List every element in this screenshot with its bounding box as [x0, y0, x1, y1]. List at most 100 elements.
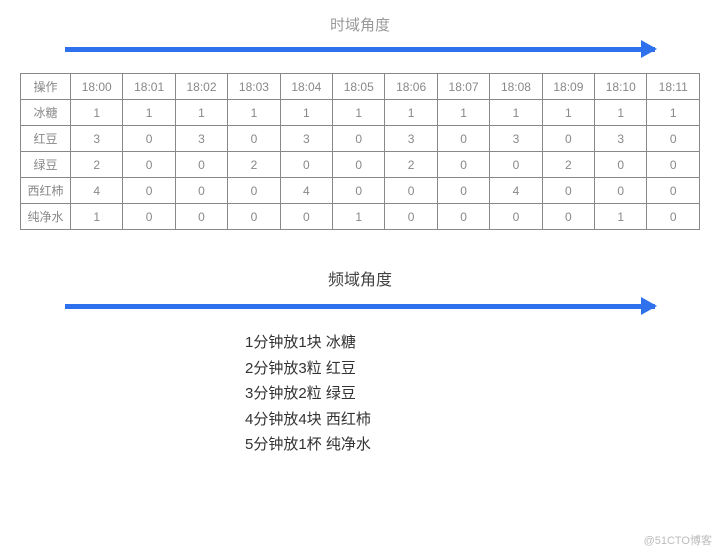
cell: 0: [228, 126, 280, 152]
cell: 1: [385, 100, 437, 126]
cell: 0: [490, 204, 542, 230]
cell: 2: [71, 152, 123, 178]
cell: 0: [490, 152, 542, 178]
cell: 0: [647, 126, 700, 152]
cell: 1: [595, 204, 647, 230]
cell: 0: [647, 204, 700, 230]
col-header: 18:06: [385, 74, 437, 100]
cell: 0: [437, 152, 489, 178]
cell: 1: [71, 100, 123, 126]
list-item: 3分钟放2粒 绿豆: [245, 381, 475, 407]
cell: 1: [333, 204, 385, 230]
cell: 0: [228, 178, 280, 204]
col-header: 18:03: [228, 74, 280, 100]
cell: 4: [490, 178, 542, 204]
cell: 0: [280, 204, 332, 230]
cell: 0: [333, 152, 385, 178]
cell: 0: [123, 204, 175, 230]
col-header: 18:01: [123, 74, 175, 100]
col-header: 18:02: [175, 74, 227, 100]
cell: 1: [175, 100, 227, 126]
list-item: 4分钟放4块 西红柿: [245, 407, 475, 433]
cell: 0: [123, 152, 175, 178]
bottom-arrow: [65, 300, 655, 312]
footer-credit: @51CTO博客: [644, 532, 712, 548]
cell: 0: [385, 204, 437, 230]
cell: 4: [71, 178, 123, 204]
arrow-head-icon: [641, 40, 657, 58]
cell: 4: [280, 178, 332, 204]
cell: 0: [542, 178, 594, 204]
time-domain-title: 时域角度: [0, 14, 720, 35]
cell: 0: [123, 178, 175, 204]
arrow-line-icon: [65, 304, 655, 309]
row-label: 绿豆: [21, 152, 71, 178]
cell: 0: [437, 178, 489, 204]
cell: 1: [333, 100, 385, 126]
cell: 0: [175, 152, 227, 178]
col-header: 18:09: [542, 74, 594, 100]
cell: 1: [280, 100, 332, 126]
cell: 2: [542, 152, 594, 178]
cell: 1: [595, 100, 647, 126]
cell: 0: [647, 178, 700, 204]
col-header: 18:08: [490, 74, 542, 100]
col-header: 18:10: [595, 74, 647, 100]
col-header: 18:07: [437, 74, 489, 100]
col-header: 操作: [21, 74, 71, 100]
cell: 3: [385, 126, 437, 152]
cell: 0: [385, 178, 437, 204]
cell: 0: [595, 152, 647, 178]
list-item: 5分钟放1杯 纯净水: [245, 432, 475, 458]
data-table: 操作 18:00 18:01 18:02 18:03 18:04 18:05 1…: [20, 73, 700, 230]
table-header-row: 操作 18:00 18:01 18:02 18:03 18:04 18:05 1…: [21, 74, 700, 100]
col-header: 18:00: [71, 74, 123, 100]
cell: 1: [123, 100, 175, 126]
data-table-wrap: 操作 18:00 18:01 18:02 18:03 18:04 18:05 1…: [20, 73, 700, 230]
list-item: 2分钟放3粒 红豆: [245, 356, 475, 382]
table-row: 冰糖111111111111: [21, 100, 700, 126]
list-item: 1分钟放1块 冰糖: [245, 330, 475, 356]
table-row: 西红柿400040004000: [21, 178, 700, 204]
cell: 0: [175, 204, 227, 230]
cell: 1: [647, 100, 700, 126]
table-row: 红豆303030303030: [21, 126, 700, 152]
row-label: 冰糖: [21, 100, 71, 126]
cell: 0: [542, 126, 594, 152]
cell: 1: [71, 204, 123, 230]
cell: 0: [333, 178, 385, 204]
cell: 0: [542, 204, 594, 230]
cell: 0: [228, 204, 280, 230]
cell: 1: [228, 100, 280, 126]
row-label: 纯净水: [21, 204, 71, 230]
cell: 3: [490, 126, 542, 152]
cell: 0: [123, 126, 175, 152]
cell: 0: [437, 126, 489, 152]
arrow-head-icon: [641, 297, 657, 315]
top-arrow: [65, 43, 655, 55]
col-header: 18:11: [647, 74, 700, 100]
freq-domain-title: 频域角度: [0, 266, 720, 290]
col-header: 18:05: [333, 74, 385, 100]
cell: 3: [280, 126, 332, 152]
cell: 2: [385, 152, 437, 178]
frequency-list: 1分钟放1块 冰糖 2分钟放3粒 红豆 3分钟放2粒 绿豆 4分钟放4块 西红柿…: [245, 330, 475, 458]
row-label: 西红柿: [21, 178, 71, 204]
cell: 3: [71, 126, 123, 152]
arrow-line-icon: [65, 47, 655, 52]
cell: 1: [490, 100, 542, 126]
cell: 0: [437, 204, 489, 230]
cell: 2: [228, 152, 280, 178]
cell: 1: [542, 100, 594, 126]
table-row: 纯净水100001000010: [21, 204, 700, 230]
row-label: 红豆: [21, 126, 71, 152]
table-row: 绿豆200200200200: [21, 152, 700, 178]
cell: 0: [647, 152, 700, 178]
cell: 0: [175, 178, 227, 204]
cell: 0: [280, 152, 332, 178]
cell: 1: [437, 100, 489, 126]
cell: 0: [595, 178, 647, 204]
cell: 3: [175, 126, 227, 152]
cell: 3: [595, 126, 647, 152]
cell: 0: [333, 126, 385, 152]
